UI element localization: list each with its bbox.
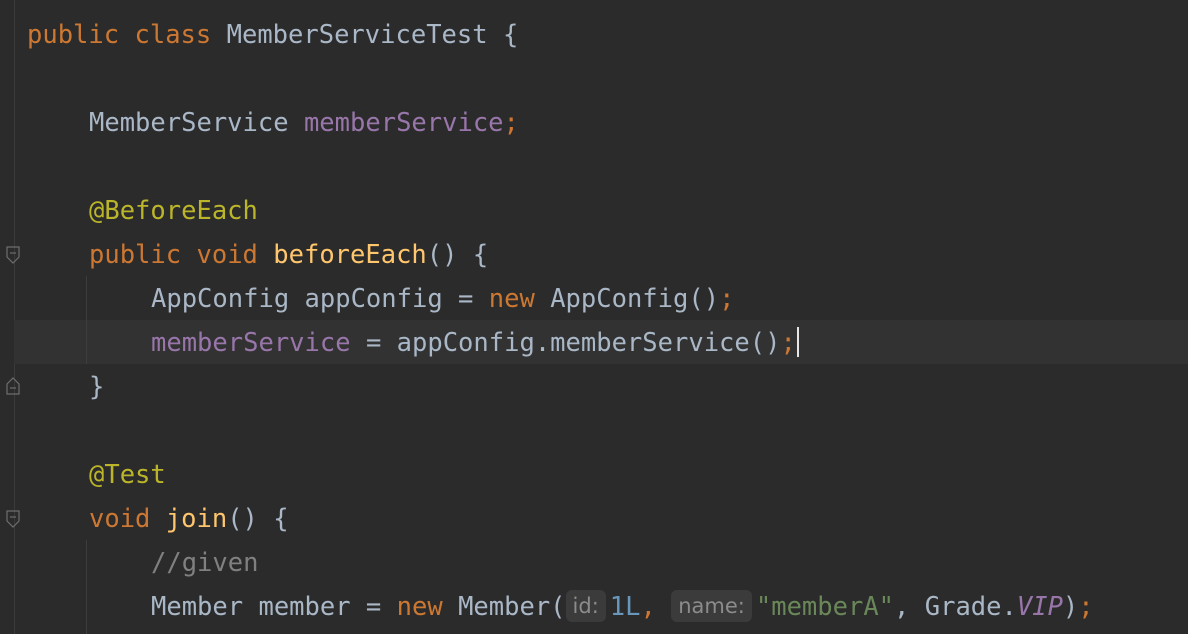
code-text: , Grade. [894, 592, 1017, 622]
number-literal: 1L [609, 592, 641, 622]
code-text: AppConfig appConfig = [151, 284, 489, 314]
semicolon: ; [719, 284, 735, 314]
keyword-new: new [488, 284, 535, 314]
method-name: beforeEach [273, 240, 427, 270]
annotation: @BeforeEach [89, 196, 258, 226]
keyword-public: public [89, 240, 182, 270]
fold-marker-icon[interactable] [6, 246, 20, 264]
type-name: MemberService [89, 108, 289, 138]
code-text: Member( [458, 592, 566, 622]
indent-guide [86, 276, 87, 364]
class-name: MemberServiceTest [226, 20, 488, 50]
indent-guide [86, 540, 87, 634]
close-brace: } [89, 372, 105, 402]
code-text: = appConfig.memberService() [350, 328, 781, 358]
fold-end-icon[interactable] [6, 377, 20, 395]
code-editor[interactable]: public class MemberServiceTest { MemberS… [0, 0, 1188, 634]
string-literal: "memberA" [755, 592, 895, 622]
semicolon: ; [780, 328, 796, 358]
keyword-void: void [89, 504, 151, 534]
field-name: memberService [151, 328, 351, 358]
close-paren: ) [1062, 592, 1079, 622]
fold-marker-icon[interactable] [6, 510, 20, 528]
static-field: VIP [1016, 592, 1063, 622]
semicolon: ; [503, 108, 519, 138]
keyword-public: public [27, 20, 120, 50]
comment: //given [151, 548, 259, 578]
code-line-annotation-beforeeach[interactable]: @BeforeEach [89, 189, 258, 233]
method-params: () { [227, 504, 289, 534]
method-params: () { [426, 240, 489, 270]
parameter-hint-name: name: [671, 590, 752, 622]
text-caret [796, 327, 799, 357]
code-line-member-creation[interactable]: Member member = new Member(id: 1L, name: "… [151, 585, 1094, 629]
method-name: join [165, 504, 228, 534]
open-brace: { [502, 20, 519, 50]
semicolon: ; [1078, 592, 1094, 622]
comma: , [640, 592, 672, 622]
keyword-class: class [134, 20, 212, 50]
code-line-method-beforeeach[interactable]: public void beforeEach() { [89, 233, 488, 277]
gutter-divider [14, 0, 15, 634]
code-line-annotation-test[interactable]: @Test [89, 453, 166, 497]
code-line-comment[interactable]: //given [151, 541, 258, 585]
code-text: Member member = [151, 592, 397, 622]
code-text: AppConfig() [550, 284, 720, 314]
code-line-appconfig-init[interactable]: AppConfig appConfig = new AppConfig(); [151, 277, 734, 321]
keyword-void: void [196, 240, 258, 270]
field-name: memberService [303, 108, 504, 138]
parameter-hint-id: id: [565, 590, 606, 622]
code-line-close-brace[interactable]: } [89, 365, 104, 409]
code-line-method-join[interactable]: void join() { [89, 497, 289, 541]
keyword-new: new [396, 592, 443, 622]
code-line-field-declaration[interactable]: MemberService memberService; [89, 101, 519, 145]
code-line-memberservice-assign[interactable]: memberService = appConfig.memberService(… [151, 321, 799, 365]
annotation: @Test [89, 460, 166, 490]
code-line-class-declaration[interactable]: public class MemberServiceTest { [27, 13, 518, 57]
